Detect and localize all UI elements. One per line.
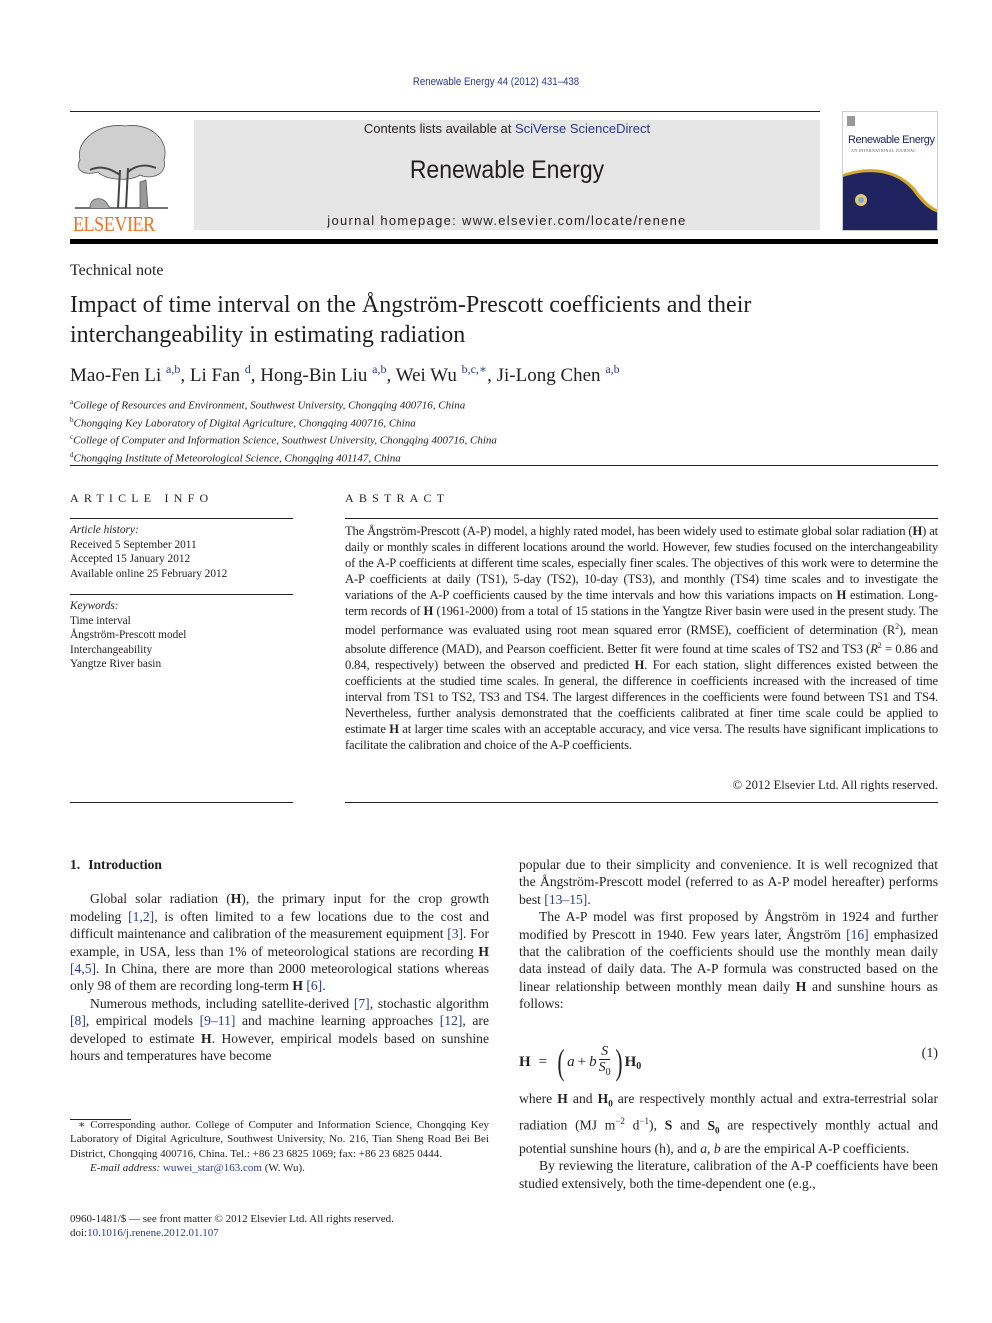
front-matter: 0960-1481/$ — see front matter © 2012 El… [70,1212,394,1240]
author[interactable]: Hong-Bin Liu a,b [260,362,386,386]
email-link[interactable]: wuwei_star@163.com [163,1162,262,1174]
body-column-right: popular due to their simplicity and conv… [519,856,938,1013]
reference-link[interactable]: [9–11] [200,1013,236,1028]
paragraph: where H and H0 are respectively monthly … [519,1091,938,1156]
author[interactable]: Mao-Fen Li a,b [70,362,180,386]
equation-number: (1) [921,1046,938,1061]
reference-link[interactable]: [1,2] [128,909,154,924]
history-label: Article history: [70,524,139,536]
body-column-left: 1. Introduction Global solar radiation (H… [70,856,489,1064]
homepage-label: journal homepage: [327,213,462,228]
paragraph: Numerous methods, including satellite-de… [70,995,489,1064]
divider [70,518,293,519]
affiliation: dChongqing Institute of Meteorological S… [70,450,401,465]
right-paren: ) [615,1042,623,1082]
reference-link[interactable]: [13–15] [544,892,587,907]
keyword: Interchangeability [70,643,153,656]
doi-link[interactable]: 10.1016/j.renene.2012.01.107 [87,1227,219,1239]
equation-1: H = ( a + b S S0 ) H0 (1) [519,1036,938,1080]
corresponding-author-footnote: ∗ Corresponding author. College of Compu… [70,1118,489,1176]
affiliation: cCollege of Computer and Information Sci… [70,433,497,447]
author[interactable]: Wei Wu b,c,∗ [396,362,487,386]
abstract-text: The Ångström-Prescott (A-P) model, a hig… [345,524,938,753]
reference-link[interactable]: [3] [447,926,463,941]
journal-citation-link[interactable]: Renewable Energy 44 (2012) 431–438 [60,76,933,88]
affiliation: bChongqing Key Laboratory of Digital Agr… [70,415,416,430]
sciencedirect-link[interactable]: SciVerse ScienceDirect [515,121,650,136]
doi-line: doi:10.1016/j.renene.2012.01.107 [70,1227,219,1239]
keyword: Ångström-Prescott model [70,629,187,641]
author[interactable]: Ji-Long Chen a,b [497,362,620,386]
article-history: Article history: Received 5 September 20… [70,523,293,581]
paragraph-continued: popular due to their simplicity and conv… [519,857,938,907]
article-info-heading: ARTICLE INFO [70,491,214,505]
journal-name: Renewable Energy [409,156,605,184]
author-list: Mao-Fen Li a,b, Li Fan d, Hong-Bin Liu a… [70,362,620,386]
divider [345,802,938,803]
divider [70,802,293,803]
cover-subtitle: AN INTERNATIONAL JOURNAL [851,148,917,153]
divider [70,465,938,466]
keyword: Yangtze River basin [70,658,162,670]
section-heading: 1. Introduction [70,857,162,872]
issn-line: 0960-1481/$ — see front matter © 2012 El… [70,1213,394,1225]
left-paren: ( [557,1042,565,1082]
paragraph: By reviewing the literature, calibration… [519,1158,938,1191]
article-type: Technical note [70,262,164,279]
fraction: S S0 [598,1044,611,1078]
reference-link[interactable]: [7] [354,996,370,1011]
journal-cover-thumbnail[interactable]: Renewable Energy AN INTERNATIONAL JOURNA… [842,111,938,231]
affiliation-list: aCollege of Resources and Environment, S… [70,395,497,466]
history-item: Available online 25 February 2012 [70,567,228,580]
reference-link[interactable]: [16] [846,927,869,942]
cover-title: Renewable Energy [848,134,935,146]
header-top-rule [70,111,820,112]
divider [70,594,293,595]
history-item: Received 5 September 2011 [70,538,197,551]
keyword: Time interval [70,614,131,627]
abstract-heading: ABSTRACT [345,491,450,505]
article-title: Impact of time interval on the Ångström-… [70,292,752,348]
elsevier-wordmark: ELSEVIER [72,212,155,236]
journal-homepage: journal homepage: www.elsevier.com/locat… [194,213,820,228]
homepage-link[interactable]: www.elsevier.com/locate/renene [462,213,687,228]
email-line: E-mail address: wuwei_star@163.com (W. W… [90,1162,305,1175]
contents-prefix: Contents lists available at [363,121,515,136]
paragraph: The A-P model was first proposed by Ångs… [519,909,938,1012]
divider [345,518,938,519]
reference-link[interactable]: [12] [440,1013,463,1028]
header-thick-rule [70,239,938,244]
keywords: Keywords: Time interval Ångström-Prescot… [70,599,293,672]
reference-link[interactable]: [8] [70,1013,86,1028]
cover-publisher-mark [847,116,855,126]
body-column-right-lower: where H and H0 are respectively monthly … [519,1090,938,1192]
history-item: Accepted 15 January 2012 [70,553,191,565]
equation-body: H = ( a + b S S0 ) H0 [519,1042,642,1082]
affiliation: aCollege of Resources and Environment, S… [70,398,466,412]
reference-link[interactable]: [6] [306,978,322,993]
reference-link[interactable]: [4,5] [70,961,96,976]
paragraph: Global solar radiation (H), the primary … [70,891,490,994]
keywords-label: Keywords: [70,600,119,612]
author[interactable]: Li Fan d [190,362,251,386]
footnote-text: ∗ Corresponding author. College of Compu… [70,1119,489,1160]
abstract-copyright: © 2012 Elsevier Ltd. All rights reserved… [732,778,938,792]
contents-availability: Contents lists available at SciVerse Sci… [194,121,820,136]
